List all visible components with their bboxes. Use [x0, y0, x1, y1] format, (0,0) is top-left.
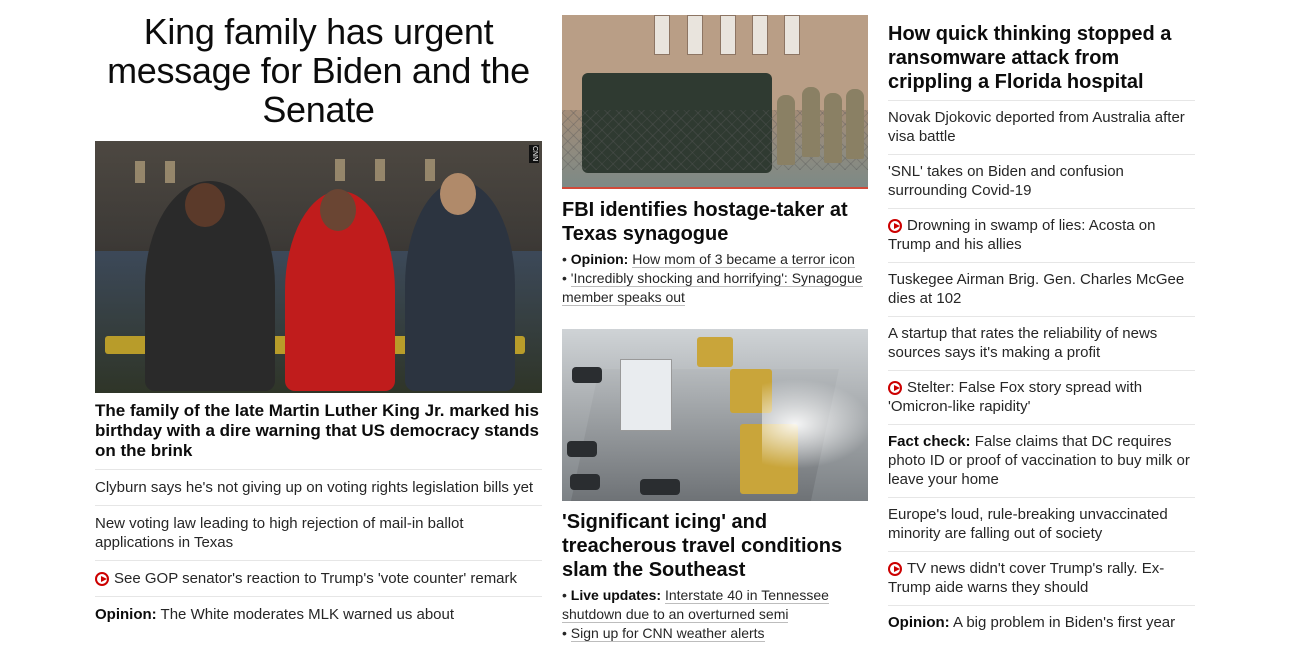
hero-window [135, 161, 145, 183]
list-item[interactable]: Stelter: False Fox story spread with 'Om… [888, 370, 1195, 424]
sub-text[interactable]: 'Incredibly shocking and horrifying': Sy… [562, 270, 863, 306]
sub-text[interactable]: Sign up for CNN weather alerts [570, 625, 765, 642]
list-item[interactable]: Opinion: The White moderates MLK warned … [95, 596, 542, 632]
lead-story: King family has urgent message for Biden… [95, 12, 542, 632]
item-text[interactable]: New voting law leading to high rejection… [95, 515, 464, 551]
item-text[interactable]: Drowning in swamp of lies: Acosta on Tru… [888, 217, 1155, 253]
image-car [640, 479, 680, 495]
cnn-logo: CNN [529, 145, 539, 163]
story-image[interactable] [562, 15, 868, 189]
item-label: Opinion: [888, 614, 950, 631]
list-item[interactable]: Novak Djokovic deported from Australia a… [888, 100, 1195, 154]
image-window [687, 15, 703, 55]
item-text[interactable]: Stelter: False Fox story spread with 'Om… [888, 379, 1142, 415]
sub-link[interactable]: • Opinion: How mom of 3 became a terror … [562, 250, 868, 269]
list-item[interactable]: See GOP senator's reaction to Trump's 'v… [95, 560, 542, 596]
image-figure [802, 87, 820, 157]
image-figure [777, 95, 795, 165]
list-item[interactable]: Opinion: A big problem in Biden's first … [888, 605, 1195, 640]
hero-window [165, 161, 175, 183]
sub-label: Opinion: [570, 251, 629, 267]
list-item[interactable]: TV news didn't cover Trump's rally. Ex-T… [888, 551, 1195, 605]
item-label: Opinion: [95, 606, 157, 623]
hero-face [185, 183, 225, 227]
image-figure [846, 89, 864, 159]
play-circle-icon [888, 219, 902, 233]
image-car [567, 441, 597, 457]
image-fence [562, 110, 868, 170]
lead-hero-image[interactable]: CNN [95, 141, 542, 393]
hero-face [440, 173, 476, 215]
play-circle-icon [888, 562, 902, 576]
sub-text[interactable]: How mom of 3 became a terror icon [632, 251, 855, 268]
list-item[interactable]: Drowning in swamp of lies: Acosta on Tru… [888, 208, 1195, 262]
image-plow [697, 337, 733, 367]
item-text[interactable]: A startup that rates the reliability of … [888, 325, 1157, 361]
story-headline[interactable]: FBI identifies hostage-taker at Texas sy… [562, 198, 868, 246]
play-circle-icon [95, 572, 109, 586]
list-item[interactable]: Clyburn says he's not giving up on votin… [95, 469, 542, 505]
image-spray [762, 379, 868, 469]
item-text[interactable]: Europe's loud, rule-breaking unvaccinate… [888, 506, 1168, 542]
list-item[interactable]: Fact check: False claims that DC require… [888, 424, 1195, 497]
hero-window [425, 159, 435, 181]
hero-window [375, 159, 385, 181]
item-text[interactable]: TV news didn't cover Trump's rally. Ex-T… [888, 560, 1164, 596]
lead-caption[interactable]: The family of the late Martin Luther Kin… [95, 401, 542, 461]
hero-window [335, 159, 345, 181]
list-item[interactable]: 'SNL' takes on Biden and confusion surro… [888, 154, 1195, 208]
image-window [720, 15, 736, 55]
image-window [654, 15, 670, 55]
sub-label: Live updates: [570, 587, 662, 603]
play-circle-icon [888, 381, 902, 395]
story-headline[interactable]: 'Significant icing' and treacherous trav… [562, 510, 868, 582]
lead-headline[interactable]: King family has urgent message for Biden… [95, 12, 542, 129]
list-item[interactable]: Tuskegee Airman Brig. Gen. Charles McGee… [888, 262, 1195, 316]
image-window [784, 15, 800, 55]
secondary-stories: FBI identifies hostage-taker at Texas sy… [562, 15, 868, 643]
image-car [570, 474, 600, 490]
list-item[interactable]: New voting law leading to high rejection… [95, 505, 542, 560]
image-truck [620, 359, 672, 431]
item-text[interactable]: A big problem in Biden's first year [950, 614, 1175, 631]
item-text[interactable]: Novak Djokovic deported from Australia a… [888, 109, 1185, 145]
story-image[interactable] [562, 329, 868, 501]
item-label: Fact check: [888, 433, 971, 450]
hero-face [320, 189, 356, 231]
item-text[interactable]: Tuskegee Airman Brig. Gen. Charles McGee… [888, 271, 1184, 307]
item-text[interactable]: See GOP senator's reaction to Trump's 'v… [114, 570, 517, 587]
item-text[interactable]: Clyburn says he's not giving up on votin… [95, 479, 533, 496]
image-figure [824, 93, 842, 163]
list-item[interactable]: A startup that rates the reliability of … [888, 316, 1195, 370]
image-car [572, 367, 602, 383]
image-window [752, 15, 768, 55]
headline-list: How quick thinking stopped a ransomware … [888, 22, 1195, 640]
list-headline[interactable]: How quick thinking stopped a ransomware … [888, 22, 1195, 94]
sub-link[interactable]: • Live updates: Interstate 40 in Tenness… [562, 586, 868, 624]
item-text[interactable]: The White moderates MLK warned us about [157, 606, 455, 623]
sub-link[interactable]: • Sign up for CNN weather alerts [562, 624, 868, 643]
list-item[interactable]: Europe's loud, rule-breaking unvaccinate… [888, 497, 1195, 551]
item-text[interactable]: 'SNL' takes on Biden and confusion surro… [888, 163, 1124, 199]
sub-link[interactable]: • 'Incredibly shocking and horrifying': … [562, 269, 868, 307]
